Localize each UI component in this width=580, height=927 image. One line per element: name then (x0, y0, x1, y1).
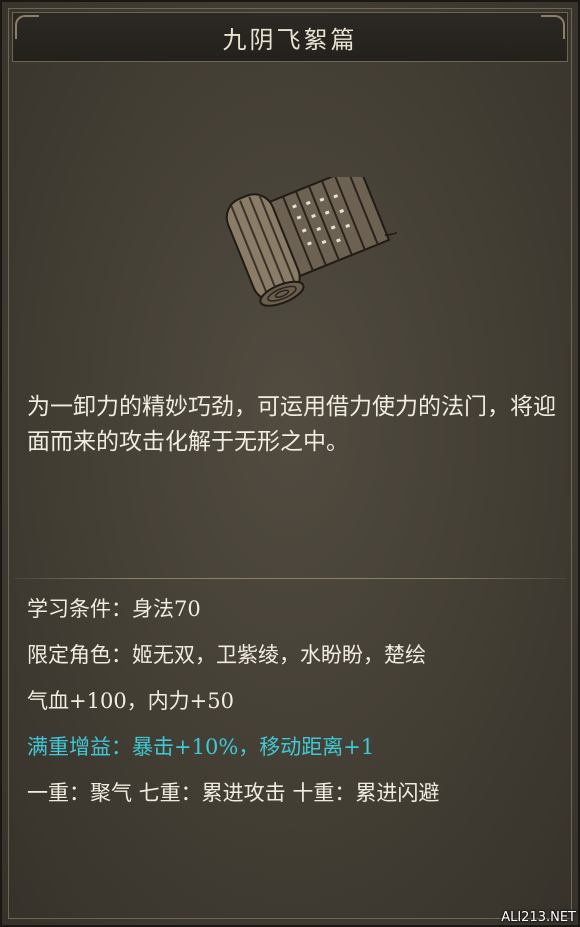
item-tooltip-panel: 九阴飞絮篇 为一卸力的精妙巧劲，可运用借力使力的法门，将迎面而来的攻击化解于无形… (0, 0, 580, 927)
restricted-roles: 限定角色：姬无双，卫紫绫，水盼盼，楚绘 (27, 643, 426, 667)
corner-ornament-left (15, 15, 39, 39)
corner-ornament-right (541, 15, 565, 39)
watermark: ALI213.NET (501, 910, 576, 925)
attribute-bonus: 气血+100，内力+50 (27, 689, 234, 713)
item-description: 为一卸力的精妙巧劲，可运用借力使力的法门，将迎面而来的攻击化解于无形之中。 (27, 394, 556, 455)
bamboo-scroll-icon (197, 164, 409, 327)
title-bar: 九阴飞絮篇 (12, 12, 568, 62)
section-divider (14, 578, 566, 579)
learn-requirement: 学习条件：身法70 (27, 597, 201, 621)
tier-effects: 一重：聚气 七重：累进攻击 十重：累进闪避 (27, 781, 440, 805)
item-title: 九阴飞絮篇 (222, 25, 358, 54)
full-level-bonus: 满重增益：暴击+10%，移动距离+1 (27, 735, 375, 759)
item-stats: 学习条件：身法70 限定角色：姬无双，卫紫绫，水盼盼，楚绘 气血+100，内力+… (27, 586, 567, 816)
